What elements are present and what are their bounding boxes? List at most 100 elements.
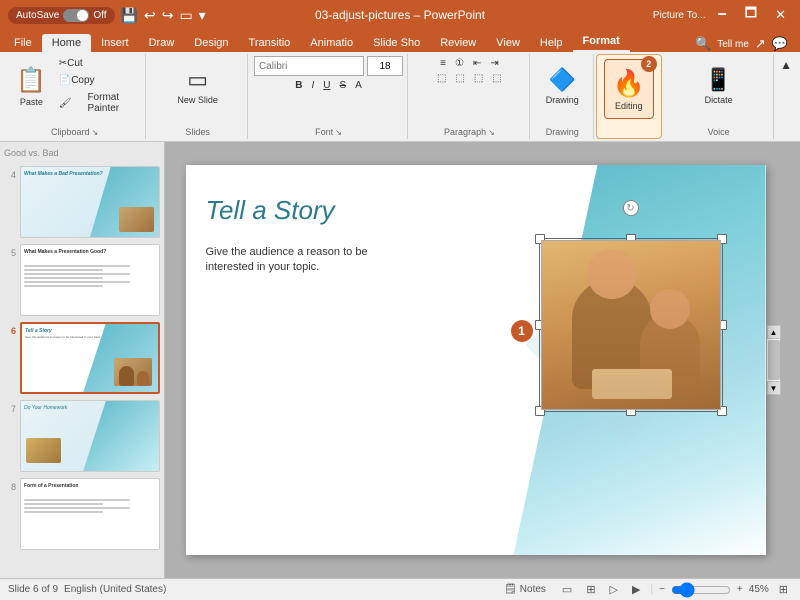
editing-group: 🔥 Editing 2 xyxy=(596,54,663,139)
editing-badge: 2 xyxy=(641,56,657,72)
tab-file[interactable]: File xyxy=(4,34,42,52)
slide-img-6[interactable]: Tell a Story Give the audience a reason … xyxy=(20,322,160,394)
indent-decrease-button[interactable]: ⇤ xyxy=(469,56,485,71)
strikethrough-button[interactable]: S xyxy=(335,78,350,93)
redo-icon[interactable]: ↪ xyxy=(162,7,174,24)
autosave-toggle[interactable] xyxy=(63,9,89,22)
align-left-button[interactable]: ⬚ xyxy=(433,71,450,86)
fit-button[interactable]: ⊞ xyxy=(775,582,792,597)
scroll-thumb[interactable] xyxy=(768,340,780,380)
indent-increase-button[interactable]: ⇥ xyxy=(486,56,502,71)
slide-thumb-7[interactable]: 7 Do Your Homework xyxy=(4,400,160,472)
present-icon[interactable]: ▭ xyxy=(179,7,192,24)
ribbon-collapse-button[interactable]: ▲ xyxy=(776,56,796,74)
underline-button[interactable]: U xyxy=(319,78,334,93)
new-slide-button[interactable]: ▭ New Slide xyxy=(173,56,223,116)
rotate-handle[interactable]: ↻ xyxy=(623,200,639,216)
editing-button[interactable]: 🔥 Editing 2 xyxy=(604,59,654,119)
main-area: Good vs. Bad 4 What Makes a Bad Presenta… xyxy=(0,142,800,578)
paragraph-expand-icon[interactable]: ↘ xyxy=(488,128,495,137)
tab-animation[interactable]: Animatio xyxy=(300,34,363,52)
align-right-button[interactable]: ⬚ xyxy=(470,71,487,86)
undo-icon[interactable]: ↩ xyxy=(144,7,156,24)
bullets-button[interactable]: ≡ xyxy=(436,56,450,71)
drawing-group: 🔷 Drawing Drawing xyxy=(532,54,594,139)
picture-content xyxy=(542,241,720,409)
slide-img-5[interactable]: What Makes a Presentation Good? xyxy=(20,244,160,316)
canvas-area: Tell a Story Give the audience a reason … xyxy=(165,142,800,578)
font-size-input[interactable] xyxy=(367,56,403,76)
clipboard-group: 📋 Paste ✂ Cut 📄 Copy 🖌 Format Painter xyxy=(4,54,146,139)
tab-format[interactable]: Format xyxy=(573,32,630,52)
tell-me-label[interactable]: Tell me xyxy=(717,39,749,50)
notes-icon: 🗒 xyxy=(504,584,517,595)
rotate-icon: ↻ xyxy=(626,203,634,214)
tab-view[interactable]: View xyxy=(486,34,530,52)
slide-thumb-5[interactable]: 5 What Makes a Presentation Good? xyxy=(4,244,160,316)
slide-sorter-button[interactable]: ⊞ xyxy=(582,582,599,597)
notes-button[interactable]: 🗒 Notes xyxy=(498,583,552,596)
zoom-slider[interactable] xyxy=(671,584,731,596)
voice-group: 📱 Dictate Voice xyxy=(664,54,774,139)
customize-icon[interactable]: ▾ xyxy=(199,7,206,24)
tab-insert[interactable]: Insert xyxy=(91,34,139,52)
copy-button[interactable]: 📄 Copy xyxy=(55,73,139,88)
scrollbar-vertical[interactable]: ▲ ▼ xyxy=(766,325,780,395)
slide-img-7[interactable]: Do Your Homework xyxy=(20,400,160,472)
save-icon[interactable]: 💾 xyxy=(121,7,138,24)
title-bar: AutoSave Off 💾 ↩ ↪ ▭ ▾ 03-adjust-picture… xyxy=(0,0,800,30)
slide-thumb-8[interactable]: 8 Form of a Presentation xyxy=(4,478,160,550)
numbering-button[interactable]: ① xyxy=(451,56,468,71)
tab-slideshow[interactable]: Slide Sho xyxy=(363,34,430,52)
minimize-button[interactable]: 🗕 xyxy=(712,2,733,28)
picture-frame[interactable] xyxy=(541,240,721,410)
slide-thumb-6[interactable]: 6 Tell a Story Give the audience a reaso… xyxy=(4,322,160,394)
tab-home[interactable]: Home xyxy=(42,34,91,52)
share-icon[interactable]: ↗ xyxy=(755,36,766,52)
cut-button[interactable]: ✂ Cut xyxy=(55,56,139,71)
tab-name: Picture To... xyxy=(653,10,706,21)
close-button[interactable]: ✕ xyxy=(769,5,792,25)
slide-img-8[interactable]: Form of a Presentation xyxy=(20,478,160,550)
font-name-input[interactable] xyxy=(254,56,364,76)
dictate-label: Dictate xyxy=(705,95,733,105)
scroll-up-button[interactable]: ▲ xyxy=(767,325,781,339)
zoom-plus-icon[interactable]: + xyxy=(737,584,743,595)
paste-button[interactable]: 📋 Paste xyxy=(10,57,53,115)
bold-button[interactable]: B xyxy=(291,78,306,93)
autosave-dot xyxy=(77,10,88,21)
paragraph-group: ≡ ① ⇤ ⇥ ⬚ ⬚ ⬚ ⬚ Paragraph ↘ xyxy=(410,54,530,139)
slide-body[interactable]: Give the audience a reason to be interes… xyxy=(206,245,406,276)
slide-img-4[interactable]: What Makes a Bad Presentation? xyxy=(20,166,160,238)
autosave-control[interactable]: AutoSave Off xyxy=(8,7,115,24)
font-color-button[interactable]: A xyxy=(351,78,366,93)
search-ribbon-icon[interactable]: 🔍 xyxy=(695,36,711,52)
slideshow-button[interactable]: ▶ xyxy=(628,582,644,597)
font-expand-icon[interactable]: ↘ xyxy=(335,128,342,137)
slide-thumb-4[interactable]: 4 What Makes a Bad Presentation? xyxy=(4,166,160,238)
reading-view-button[interactable]: ▷ xyxy=(606,582,622,597)
tab-review[interactable]: Review xyxy=(430,34,486,52)
align-center-button[interactable]: ⬚ xyxy=(451,71,468,86)
tab-draw[interactable]: Draw xyxy=(139,34,185,52)
picture-container[interactable]: ↻ xyxy=(521,225,741,425)
justify-button[interactable]: ⬚ xyxy=(488,71,505,86)
restore-button[interactable]: 🗖 xyxy=(739,2,763,28)
dictate-button[interactable]: 📱 Dictate xyxy=(694,56,744,116)
normal-view-button[interactable]: ▭ xyxy=(558,582,576,597)
drawing-button[interactable]: 🔷 Drawing xyxy=(537,56,587,116)
format-painter-button[interactable]: 🖌 Format Painter xyxy=(55,90,139,116)
comments-icon[interactable]: 💬 xyxy=(772,36,788,52)
italic-button[interactable]: I xyxy=(307,78,318,93)
tab-transition[interactable]: Transitio xyxy=(239,34,301,52)
tab-design[interactable]: Design xyxy=(184,34,238,52)
language-info: English (United States) xyxy=(64,584,166,595)
tab-help[interactable]: Help xyxy=(530,34,573,52)
slide-title[interactable]: Tell a Story xyxy=(206,195,335,226)
clipboard-expand-icon[interactable]: ↘ xyxy=(91,128,98,137)
scroll-down-button[interactable]: ▼ xyxy=(767,381,781,395)
voice-row: 📱 Dictate xyxy=(694,56,744,116)
zoom-minus-icon[interactable]: − xyxy=(659,584,665,595)
scroll-track[interactable] xyxy=(767,339,780,381)
section-label: Good vs. Bad xyxy=(4,146,160,160)
